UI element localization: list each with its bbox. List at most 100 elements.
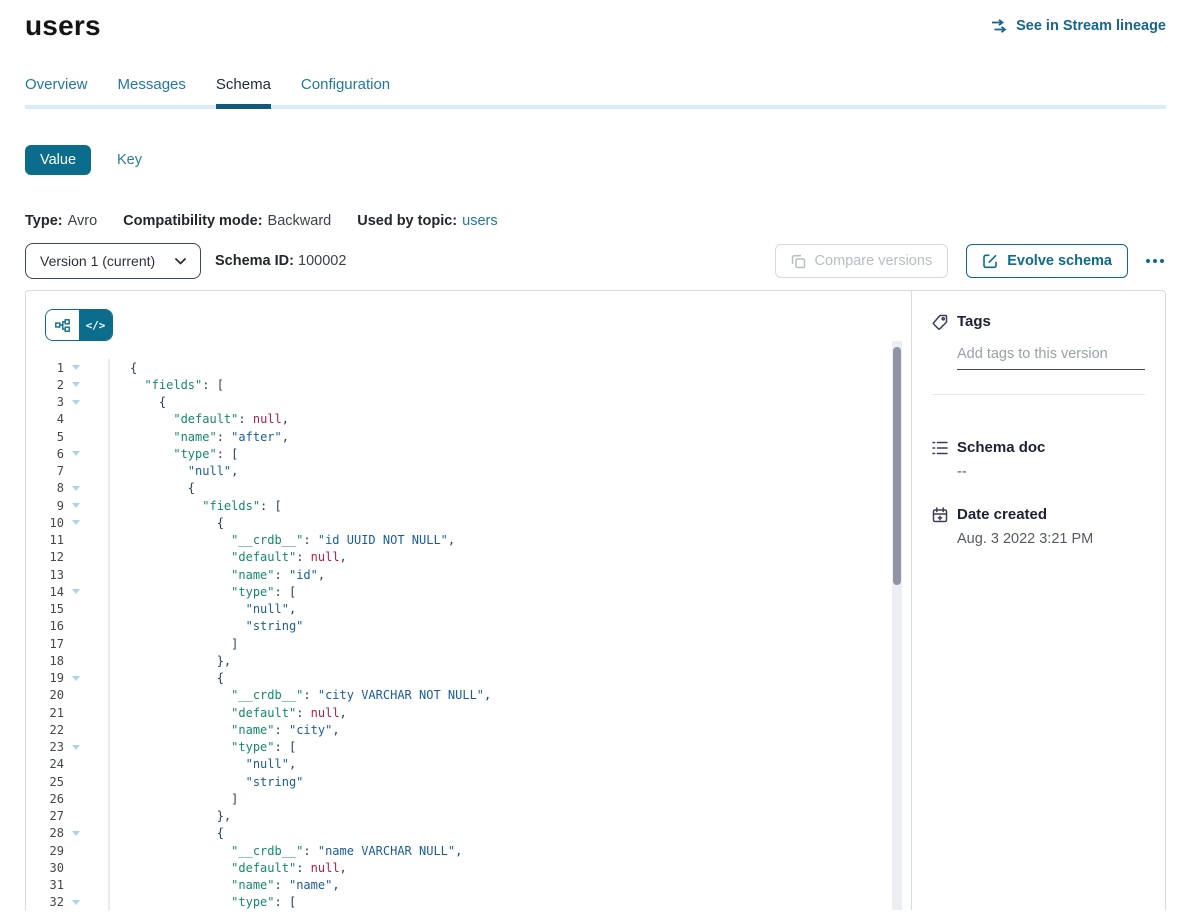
line-number: 1 <box>26 361 64 375</box>
date-created-title: Date created <box>957 506 1047 523</box>
code-line: 16 "string" <box>26 618 911 635</box>
fold-caret-icon[interactable] <box>72 365 80 370</box>
chevron-down-icon <box>175 258 186 265</box>
line-number: 15 <box>26 602 64 616</box>
line-number: 3 <box>26 395 64 409</box>
code-line: 27 }, <box>26 808 911 825</box>
topic-link[interactable]: users <box>462 213 497 229</box>
add-tags-input[interactable] <box>957 342 1145 370</box>
code-line: 17 ] <box>26 635 911 652</box>
value-segment-button[interactable]: Value <box>25 145 91 175</box>
editor-scrollbar-thumb[interactable] <box>893 347 901 585</box>
version-select[interactable]: Version 1 (current) <box>25 243 201 279</box>
version-select-value: Version 1 (current) <box>40 253 155 269</box>
more-options-button[interactable] <box>1144 253 1166 269</box>
line-number: 25 <box>26 775 64 789</box>
code-text: { <box>110 826 224 840</box>
code-line: 19 { <box>26 670 911 687</box>
code-line: 10 { <box>26 514 911 531</box>
code-line: 15 "null", <box>26 601 911 618</box>
key-segment-button[interactable]: Key <box>117 152 142 168</box>
schema-doc-title: Schema doc <box>957 439 1045 456</box>
fold-caret-icon[interactable] <box>72 503 80 508</box>
schema-sidebar: Tags Schema doc -- <box>912 291 1165 910</box>
compatibility-value: Backward <box>268 213 332 229</box>
compare-versions-button[interactable]: Compare versions <box>775 244 949 278</box>
fold-caret-icon[interactable] <box>72 831 80 836</box>
code-text: "default": null, <box>110 861 347 875</box>
line-number: 6 <box>26 447 64 461</box>
fold-caret-icon[interactable] <box>72 451 80 456</box>
line-number: 31 <box>26 878 64 892</box>
fold-caret-icon[interactable] <box>72 382 80 387</box>
line-number: 24 <box>26 757 64 771</box>
editor-scrollbar-track[interactable] <box>892 341 902 910</box>
see-in-stream-lineage-link[interactable]: See in Stream lineage <box>991 18 1166 34</box>
schema-id-field: Schema ID: 100002 <box>215 253 346 269</box>
tags-title: Tags <box>957 313 991 330</box>
compare-icon <box>791 254 806 269</box>
code-line: 14 "type": [ <box>26 583 911 600</box>
fold-caret-icon[interactable] <box>72 400 80 405</box>
fold-caret-icon[interactable] <box>72 900 80 905</box>
code-line: 9 "fields": [ <box>26 497 911 514</box>
code-text: "type": [ <box>110 447 238 461</box>
line-number: 30 <box>26 861 64 875</box>
fold-caret-icon[interactable] <box>72 589 80 594</box>
line-number: 32 <box>26 895 64 909</box>
line-number: 2 <box>26 378 64 392</box>
schema-code-pane: </> 1{2 "fields": [3 {4 "default": null,… <box>26 291 912 910</box>
schema-doc-value: -- <box>957 464 1145 480</box>
fold-caret-icon[interactable] <box>72 520 80 525</box>
date-created-section: Date created Aug. 3 2022 3:21 PM <box>932 506 1145 547</box>
code-view-icon: </> <box>86 319 106 332</box>
code-text: "type": [ <box>110 585 296 599</box>
fold-caret-icon[interactable] <box>72 745 80 750</box>
code-text: "fields": [ <box>110 378 224 392</box>
code-line: 31 "name": "name", <box>26 877 911 894</box>
code-line: 11 "__crdb__": "id UUID NOT NULL", <box>26 532 911 549</box>
line-number: 20 <box>26 688 64 702</box>
line-number: 17 <box>26 637 64 651</box>
fold-caret-icon[interactable] <box>72 486 80 491</box>
code-text: "fields": [ <box>110 499 282 513</box>
type-field: Type:Avro <box>25 213 97 229</box>
type-value: Avro <box>68 213 98 229</box>
code-view-toggle-button[interactable]: </> <box>79 310 112 340</box>
code-line: 28 { <box>26 825 911 842</box>
page-title: users <box>25 10 101 42</box>
evolve-schema-button[interactable]: Evolve schema <box>966 244 1128 278</box>
code-line: 5 "name": "after", <box>26 428 911 445</box>
tag-icon <box>932 314 948 330</box>
code-text: "string" <box>110 619 303 633</box>
schema-code-editor[interactable]: 1{2 "fields": [3 {4 "default": null,5 "n… <box>26 359 911 910</box>
line-number: 29 <box>26 844 64 858</box>
code-lines: 1{2 "fields": [3 {4 "default": null,5 "n… <box>26 359 911 910</box>
code-line: 21 "default": null, <box>26 704 911 721</box>
code-line: 4 "default": null, <box>26 411 911 428</box>
code-text: }, <box>110 809 231 823</box>
code-text: "name": "city", <box>110 723 340 737</box>
schema-id-value: 100002 <box>298 253 346 269</box>
compatibility-field: Compatibility mode:Backward <box>123 213 331 229</box>
code-text: "null", <box>110 757 296 771</box>
code-line: 6 "type": [ <box>26 445 911 462</box>
line-number: 9 <box>26 499 64 513</box>
stream-lineage-label: See in Stream lineage <box>1016 18 1166 34</box>
line-number: 14 <box>26 585 64 599</box>
tags-section: Tags <box>932 313 1145 395</box>
calendar-add-icon <box>932 507 948 523</box>
tab-schema[interactable]: Schema <box>216 76 271 109</box>
fold-caret-icon[interactable] <box>72 676 80 681</box>
tree-view-toggle-button[interactable] <box>46 310 79 340</box>
code-text: "null", <box>110 464 238 478</box>
version-controls-row: Version 1 (current) Schema ID: 100002 Co… <box>25 243 1166 279</box>
code-text: "__crdb__": "city VARCHAR NOT NULL", <box>110 688 491 702</box>
code-line: 26 ] <box>26 790 911 807</box>
code-text: "default": null, <box>110 412 289 426</box>
line-number: 23 <box>26 740 64 754</box>
edit-icon <box>982 253 998 269</box>
line-number: 28 <box>26 826 64 840</box>
code-line: 22 "name": "city", <box>26 721 911 738</box>
tab-underline-track <box>25 105 1166 109</box>
